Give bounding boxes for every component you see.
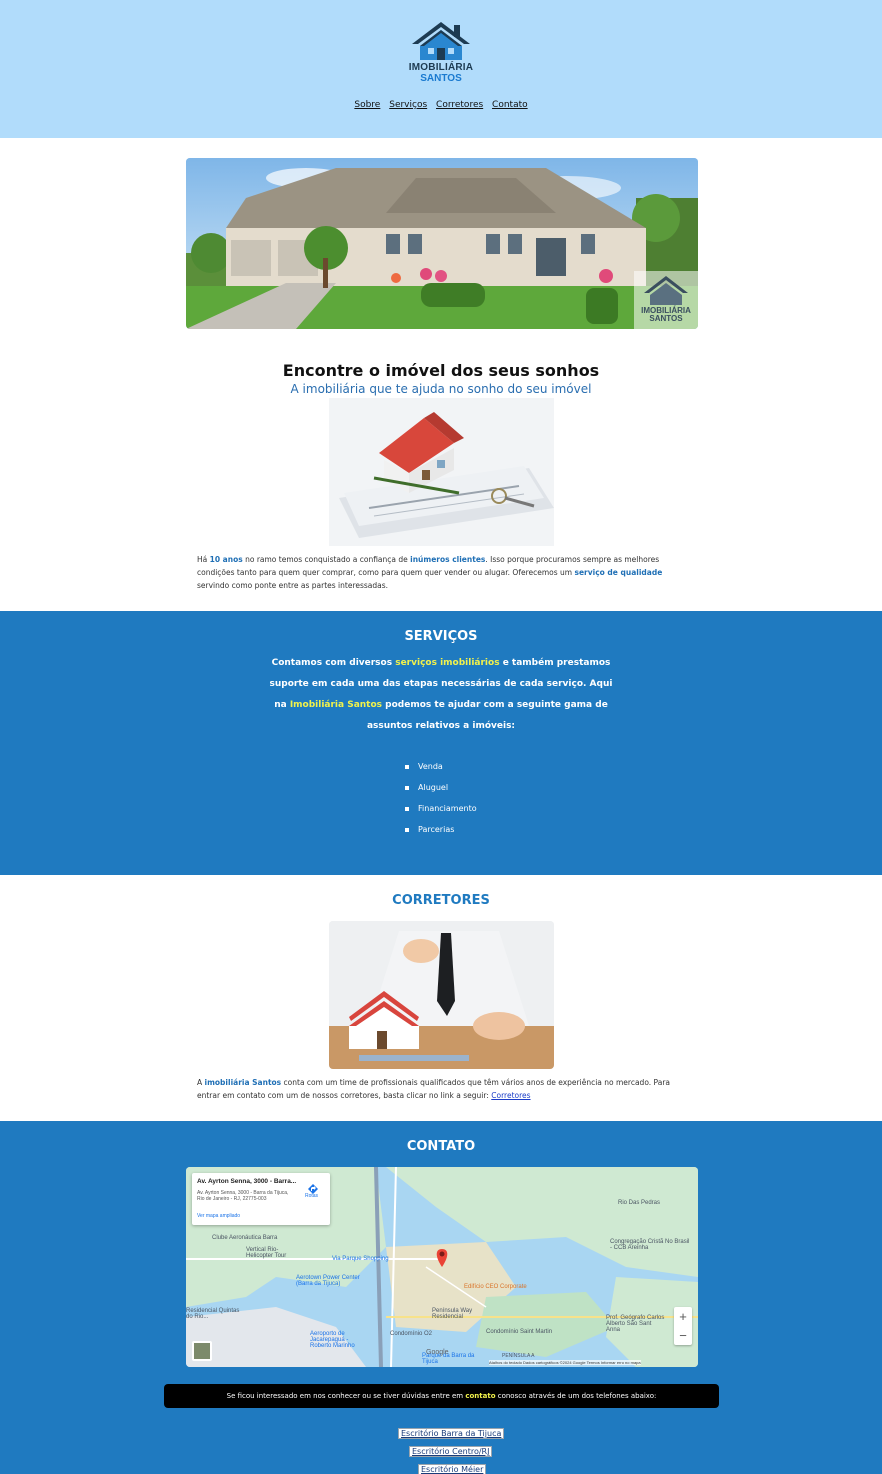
office-button-barra[interactable]: Escritório Barra da Tijuca [398, 1428, 505, 1439]
zoom-in-button[interactable]: + [674, 1307, 692, 1326]
map-label-geografo: Prof. Geógrafo Carlos Alberto São Sant A… [606, 1315, 665, 1333]
services-list: Venda Aluguel Financiamento Parcerias [405, 759, 477, 843]
intro-highlight-clients: inúmeros clientes [410, 555, 486, 564]
nav-link-contato[interactable]: Contato [492, 100, 528, 110]
house-logo-icon [412, 22, 470, 60]
main-nav: Sobre Serviços Corretores Contato [0, 100, 882, 110]
house-photo-illustration [186, 158, 698, 329]
intro-text-2: no ramo temos conquistado a confiança de [242, 555, 411, 564]
services-highlight-1: serviços imobiliários [395, 658, 500, 668]
corretor-image [329, 921, 554, 1069]
corretores-text-1: A [197, 1078, 205, 1087]
services-highlight-2: Imobiliária Santos [289, 700, 383, 710]
services-text-3: podemos te ajudar com a seguinte gama de… [366, 700, 608, 731]
house-watermark-icon [644, 276, 688, 305]
corretores-title: CORRETORES [392, 893, 490, 908]
zoom-out-button[interactable]: − [674, 1326, 692, 1345]
map-route-label[interactable]: Rotas [305, 1193, 318, 1199]
map-label-rio-das-pedras: Rio Das Pedras [618, 1200, 661, 1206]
intro-text-1: Há [197, 555, 210, 564]
intro-highlight-years: 10 anos [209, 555, 243, 564]
map-label-residencial: Residencial Quintas do Rio... [186, 1308, 240, 1320]
map-label-aerotown: Aerotown Power Center (Barra da Tijuca) [296, 1275, 360, 1287]
map-label-condominio-o2: Condomínio O2 [390, 1331, 433, 1337]
services-text-1: Contamos com diversos [271, 658, 396, 668]
map-card-address: Av. Ayrton Senna, 3000 - Barra da Tijuca… [197, 1190, 289, 1202]
google-logo: Google [426, 1349, 449, 1356]
contact-bar-text-2: conosco através de um dos telefones abai… [495, 1392, 657, 1400]
map-label-ceo: Edifício CEO Corporate [464, 1284, 527, 1290]
map-label-congregacao: Congregação Cristã No Brasil - CCB Arein… [610, 1239, 690, 1251]
nav-link-sobre[interactable]: Sobre [354, 100, 380, 110]
corretores-link[interactable]: Corretores [491, 1091, 530, 1100]
corretores-paragraph: A imobiliária Santos conta com um time d… [197, 1076, 677, 1102]
google-map[interactable]: Av. Ayrton Senna, 3000 - Barra... Av. Ay… [186, 1167, 698, 1367]
nav-link-servicos[interactable]: Serviços [389, 100, 427, 110]
site-logo[interactable]: IMOBILIÁRIA SANTOS [406, 20, 476, 88]
house-model-image [329, 398, 554, 546]
office-button-centro[interactable]: Escritório Centro/RJ [409, 1446, 493, 1457]
broker-illustration [329, 921, 554, 1069]
map-label-peninsula: PENÍNSULA A [502, 1353, 535, 1359]
watermark-line-2: SANTOS [649, 314, 683, 323]
contact-bar-highlight: contato [465, 1392, 496, 1400]
map-expand-link[interactable]: Ver mapa ampliado [197, 1213, 240, 1219]
corretores-highlight: imobiliária Santos [204, 1078, 282, 1087]
services-paragraph: Contamos com diversos serviços imobiliár… [265, 653, 617, 737]
office-button-meier[interactable]: Escritório Méier [418, 1464, 487, 1474]
map-card-title: Av. Ayrton Senna, 3000 - Barra... [197, 1178, 297, 1185]
nav-link-corretores[interactable]: Corretores [436, 100, 483, 110]
house-keys-illustration [329, 398, 554, 546]
map-zoom-control: + − [674, 1307, 692, 1345]
map-label-peninsula-way: Península Way Residencial [432, 1308, 473, 1320]
services-section: SERVIÇOS Contamos com diversos serviços … [0, 611, 882, 875]
map-label-saint-martin: Condomínio Saint Martin [486, 1329, 553, 1335]
hero-watermark-logo: IMOBILIÁRIA SANTOS [634, 271, 698, 329]
map-footer-links[interactable]: Atalhos do teclado Dados cartográficos ©… [489, 1360, 641, 1365]
map-info-card: Av. Ayrton Senna, 3000 - Barra... Av. Ay… [192, 1173, 330, 1225]
intro-text-4: servindo como ponte entre as partes inte… [197, 581, 389, 590]
intro-subtitle: A imobiliária que te ajuda no sonho do s… [290, 382, 592, 396]
satellite-toggle-icon[interactable] [192, 1341, 212, 1361]
logo-line-1: IMOBILIÁRIA [408, 62, 474, 73]
list-item: Parcerias [405, 822, 477, 843]
list-item: Venda [405, 759, 477, 780]
contact-bar-text-1: Se ficou interessado em nos conhecer ou … [226, 1392, 466, 1400]
map-label-via-parque: Via Parque Shopping [332, 1256, 389, 1262]
list-item: Aluguel [405, 780, 477, 801]
list-item: Financiamento [405, 801, 477, 822]
intro-highlight-quality: serviço de qualidade [574, 568, 663, 577]
map-label-clube: Clube Aeronáutica Barra [212, 1235, 278, 1241]
watermark-text: IMOBILIÁRIA SANTOS [634, 307, 698, 323]
logo-line-2: SANTOS [420, 73, 462, 84]
map-label-vertical: Vertical Rio-Helicopter Tour [246, 1247, 287, 1259]
contato-title: CONTATO [406, 1139, 476, 1154]
site-header: IMOBILIÁRIA SANTOS Sobre Serviços Corret… [0, 0, 882, 138]
services-title: SERVIÇOS [404, 629, 478, 644]
contact-info-bar: Se ficou interessado em nos conhecer ou … [164, 1384, 719, 1408]
intro-title: Encontre o imóvel dos seus sonhos [282, 361, 600, 380]
contato-section: CONTATO Av. Ayrton Senna, 3000 - Barra..… [0, 1121, 882, 1474]
intro-paragraph: Há 10 anos no ramo temos conquistado a c… [197, 553, 687, 592]
map-label-aeroporto: Aeroporto de Jacarepaguá - Roberto Marin… [310, 1331, 355, 1349]
hero-house-image: IMOBILIÁRIA SANTOS [186, 158, 698, 329]
